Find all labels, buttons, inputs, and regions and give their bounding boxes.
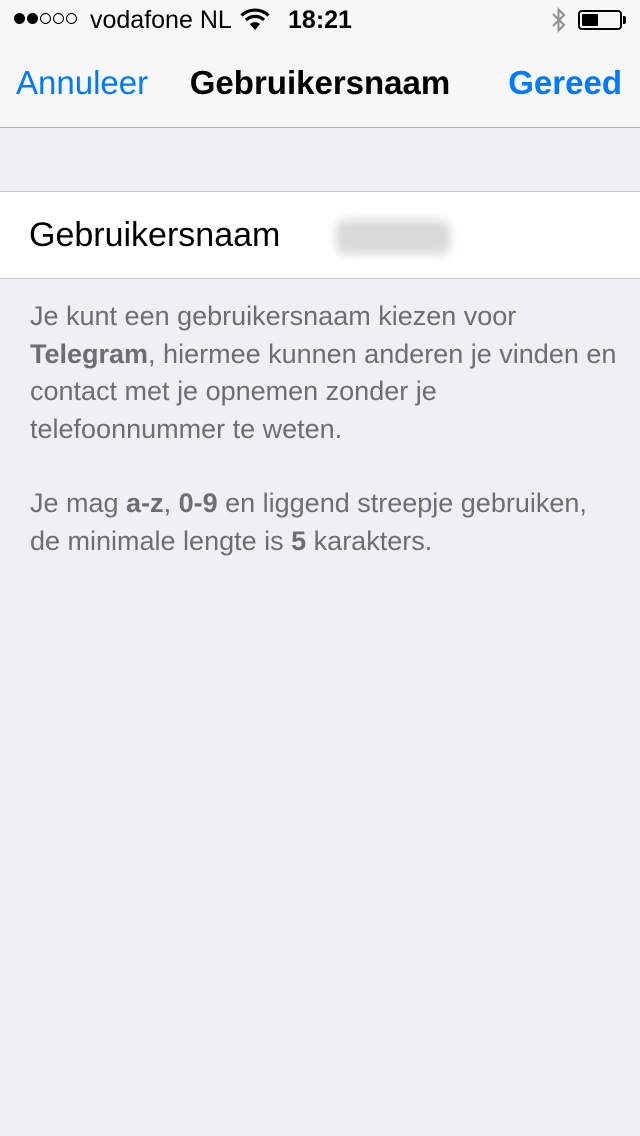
battery-tip <box>623 16 626 24</box>
help-paragraph-1: Je kunt een gebruikersnaam kiezen voor T… <box>30 298 620 448</box>
username-input[interactable]: blurred <box>340 224 446 250</box>
username-help-text: Je kunt een gebruikersnaam kiezen voor T… <box>30 298 620 560</box>
min-length-bold: 5 <box>291 525 307 556</box>
battery-level <box>582 14 599 26</box>
allowed-letters-bold: a-z <box>126 488 164 518</box>
done-button[interactable]: Gereed <box>508 64 622 102</box>
help-text-part: Je kunt een gebruikersnaam kiezen voor <box>30 301 517 331</box>
help-paragraph-2: Je mag a-z, 0-9 en liggend streepje gebr… <box>30 485 620 560</box>
battery-icon <box>578 10 622 30</box>
help-text-part: karakters. <box>306 525 433 556</box>
app-name-bold: Telegram <box>30 338 149 369</box>
username-field-label: Gebruikersnaam <box>29 216 281 254</box>
help-text-part: , <box>163 488 179 518</box>
help-text-part: Je mag <box>30 488 127 518</box>
navigation-bar: Annuleer Gebruikersnaam Gereed <box>0 40 640 128</box>
status-bar: vodafone NL 18:21 <box>0 0 640 40</box>
clock-time: 18:21 <box>288 6 352 34</box>
bluetooth-icon <box>552 7 566 33</box>
username-field-row[interactable]: Gebruikersnaam blurred <box>0 191 640 279</box>
allowed-digits-bold: 0-9 <box>178 488 218 518</box>
